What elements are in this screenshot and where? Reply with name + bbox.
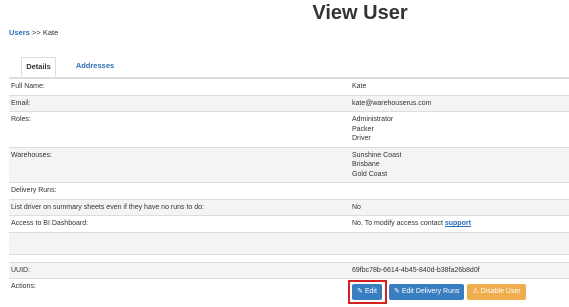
actions-label: Actions: [9,279,350,307]
disable-user-label: Disable User [481,288,521,295]
bi-dashboard-value: No. To modify access contact support [350,216,569,233]
spacer-cell [350,254,569,262]
spacer-cell [9,254,350,262]
warehouses-values: Sunshine Coast Brisbane Gold Coast [350,147,569,183]
row-actions: Actions: ✎Edit✎Edit Delivery Runs ⚠Disab… [9,279,569,307]
roles-values: Administrator Packer Driver [350,112,569,148]
edit-button-label: Edit [365,288,377,295]
user-details-table: Full Name: Kate Email: kate@warehouserus… [9,78,569,307]
email-value: kate@warehouserus.com [350,95,569,112]
breadcrumb-current: Kate [43,28,58,37]
full-name-label: Full Name: [9,79,350,96]
tab-details[interactable]: Details [21,57,56,77]
summary-sheets-value: No [350,199,569,216]
delivery-runs-value [350,183,569,200]
spacer-cell [9,232,350,254]
breadcrumb-users-link[interactable]: Users [9,28,30,37]
row-uuid: UUID: 69fbc78b-6614-4b45-840d-b38fa26b8d… [9,262,569,279]
edit-delivery-runs-label: Edit Delivery Runs [402,288,460,295]
spacer-cell [350,232,569,254]
breadcrumb-separator: >> [32,28,41,37]
full-name-value: Kate [350,79,569,96]
row-summary-sheets: List driver on summary sheets even if th… [9,199,569,216]
warehouse-item: Gold Coast [352,170,567,180]
row-spacer [9,232,569,254]
row-warehouses: Warehouses: Sunshine Coast Brisbane Gold… [9,147,569,183]
row-roles: Roles: Administrator Packer Driver [9,112,569,148]
warehouses-label: Warehouses: [9,147,350,183]
summary-sheets-label: List driver on summary sheets even if th… [9,199,350,216]
warehouse-item: Sunshine Coast [352,151,567,161]
uuid-label: UUID: [9,262,350,279]
role-item: Administrator [352,115,567,125]
warehouse-item: Brisbane [352,160,567,170]
tab-addresses[interactable]: Addresses [65,57,125,77]
email-label: Email: [9,95,350,112]
actions-buttons: ✎Edit✎Edit Delivery Runs ⚠Disable User [350,279,569,307]
tab-bar: Details Addresses [9,57,569,78]
row-bi-dashboard: Access to BI Dashboard: No. To modify ac… [9,216,569,233]
row-full-name: Full Name: Kate [9,79,569,96]
bi-dashboard-label: Access to BI Dashboard: [9,216,350,233]
roles-label: Roles: [9,112,350,148]
edit-highlight: ✎Edit [348,280,387,304]
page-title: View User [0,2,569,25]
breadcrumb: Users >> Kate [9,28,58,37]
role-item: Packer [352,125,567,135]
row-spacer [9,254,569,262]
row-delivery-runs: Delivery Runs: [9,183,569,200]
delivery-runs-label: Delivery Runs: [9,183,350,200]
row-email: Email: kate@warehouserus.com [9,95,569,112]
support-link[interactable]: support [445,220,471,227]
uuid-value: 69fbc78b-6614-4b45-840d-b38fa26b8d0f [350,262,569,279]
role-item: Driver [352,134,567,144]
bi-dashboard-text: No. To modify access contact [352,220,445,227]
